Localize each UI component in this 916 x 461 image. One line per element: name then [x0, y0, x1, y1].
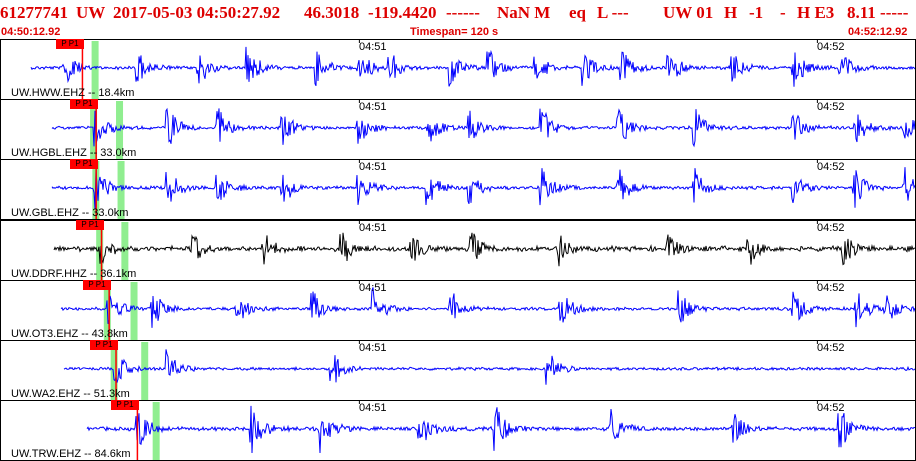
time-tick-label: 04:52	[817, 342, 845, 354]
event-e-code: H E3	[797, 3, 835, 22]
trace-panel: 04:51 04:52 P P1 UW.WA2.EHZ -- 51.3km	[0, 340, 916, 401]
event-type: eq	[569, 3, 586, 22]
station-label: UW.OT3.EHZ -- 43.8km	[11, 328, 128, 340]
trace-panel: 04:51 04:52 P P1 UW.OT3.EHZ -- 43.8km	[0, 280, 916, 341]
waveform-line	[51, 167, 916, 209]
timespan: Timespan= 120 s	[410, 26, 499, 38]
trace-svg	[0, 280, 916, 341]
waveform-line	[51, 107, 916, 148]
trace-svg	[0, 39, 916, 100]
event-magnitude: NaN M	[497, 3, 551, 22]
pick-flag[interactable]: P P1	[70, 159, 98, 169]
pick-flag[interactable]: P P1	[111, 400, 139, 410]
event-h-value: -1	[749, 3, 764, 22]
waveform-line	[86, 405, 916, 454]
event-datetime: 2017-05-03 04:50:27.92	[113, 3, 281, 22]
trace-panel: 04:51 04:52 P P1 UW.DDRF.HHZ -- 36.1km	[0, 220, 916, 281]
end-time: 04:52:12.92	[848, 26, 908, 38]
event-longitude: -119.4420	[368, 3, 437, 22]
event-latitude: 46.3018	[304, 3, 360, 22]
station-label: UW.HGBL.EHZ -- 33.0km	[11, 147, 137, 159]
time-tick-label: 04:51	[359, 161, 387, 173]
phase-marker	[141, 342, 149, 400]
event-origin: UW 01	[663, 3, 714, 22]
time-tick-label: 04:52	[817, 282, 845, 294]
time-tick-label: 04:51	[359, 101, 387, 113]
event-header: 61277741 UW 2017-05-03 04:50:27.92 46.30…	[0, 0, 916, 25]
event-id: 61277741	[0, 3, 68, 22]
pick-flag[interactable]: P P1	[90, 340, 118, 350]
station-label: UW.HWW.EHZ -- 18.4km	[11, 87, 135, 99]
time-tick-label: 04:51	[359, 282, 387, 294]
pick-flag[interactable]: P P1	[76, 220, 104, 230]
waveform-line	[30, 46, 916, 87]
time-range-bar: 04:50:12.92 Timespan= 120 s 04:52:12.92	[0, 25, 916, 39]
waveform-line	[63, 349, 916, 385]
event-h: H	[724, 3, 738, 22]
event-flag: L ---	[597, 3, 629, 22]
pick-flag[interactable]: P P1	[56, 39, 84, 49]
event-dashes: ------	[446, 3, 480, 22]
station-label: UW.TRW.EHZ -- 84.6km	[11, 448, 131, 460]
start-time: 04:50:12.92	[1, 26, 61, 38]
station-label: UW.DDRF.HHZ -- 36.1km	[11, 268, 137, 280]
time-tick-label: 04:52	[817, 41, 845, 53]
time-tick-label: 04:52	[817, 161, 845, 173]
station-label: UW.GBL.EHZ -- 33.0km	[11, 207, 129, 219]
trace-panel: 04:51 04:52 P P1 UW.GBL.EHZ -- 33.0km	[0, 159, 916, 220]
station-label: UW.WA2.EHZ -- 51.3km	[11, 388, 130, 400]
seismogram-plot: 04:51 04:52 P P1 UW.HWW.EHZ -- 18.4km 04:51 0…	[0, 39, 916, 461]
trace-svg	[0, 340, 916, 401]
time-tick-label: 04:51	[359, 402, 387, 414]
trace-svg	[0, 159, 916, 220]
time-tick-label: 04:51	[359, 41, 387, 53]
phase-marker	[130, 282, 138, 340]
trace-panel: 04:51 04:52 P P1 UW.HGBL.EHZ -- 33.0km	[0, 99, 916, 160]
time-tick-label: 04:51	[359, 342, 387, 354]
panel-border	[0, 280, 916, 341]
time-tick-label: 04:52	[817, 222, 845, 234]
time-tick-label: 04:51	[359, 222, 387, 234]
event-dash: -	[780, 3, 786, 22]
event-network: UW	[76, 3, 106, 22]
pick-flag[interactable]: P P1	[83, 280, 111, 290]
pick-flag[interactable]: P P1	[70, 99, 98, 109]
time-tick-label: 04:52	[817, 101, 845, 113]
time-tick-label: 04:52	[817, 402, 845, 414]
trace-svg	[0, 99, 916, 160]
trace-panel: 04:51 04:52 P P1 UW.TRW.EHZ -- 84.6km	[0, 400, 916, 461]
trace-panel: 04:51 04:52 P P1 UW.HWW.EHZ -- 18.4km	[0, 39, 916, 100]
waveform-line	[53, 232, 916, 267]
waveform-line	[60, 287, 916, 328]
trace-svg	[0, 220, 916, 281]
event-depth: 8.11 -----	[847, 3, 909, 22]
